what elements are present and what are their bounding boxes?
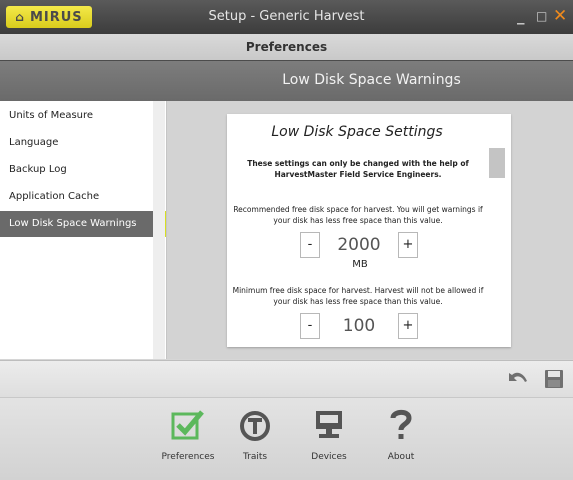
minimum-increment-button[interactable]: + [398,313,418,339]
recommended-value[interactable]: 2000 [320,232,398,258]
panel-note: These settings can only be changed with … [247,159,469,179]
minimum-space-stepper: - 100 + [300,313,420,339]
sidebar-item-low-disk-space-warnings[interactable]: Low Disk Space Warnings [0,211,166,237]
section-title: Low Disk Space Warnings [282,72,461,88]
sidebar-item-label: Low Disk Space Warnings [9,218,137,229]
panel-scrollbar-thumb[interactable] [489,148,505,178]
recommended-decrement-button[interactable]: - [300,232,320,258]
sidebar-item-backup-log[interactable]: Backup Log [0,157,153,183]
close-button[interactable]: ✕ [553,8,567,25]
preferences-header: Preferences [0,34,573,60]
settings-panel: Low Disk Space Settings These settings c… [227,114,511,347]
title-bar: ⌂ MIRUS Setup - Generic Harvest _ □ ✕ [0,0,573,34]
minimize-button[interactable]: _ [517,8,525,24]
maximize-button[interactable]: □ [536,8,547,24]
window-title: Setup - Generic Harvest [208,9,365,24]
sidebar: Units of Measure Language Backup Log App… [0,101,167,359]
sidebar-item-language[interactable]: Language [0,130,153,156]
section-header-bar: Low Disk Space Warnings [0,60,573,101]
recommended-description: Recommended free disk space for harvest.… [233,205,483,225]
sidebar-item-label: Backup Log [9,164,67,175]
nav-traits[interactable]: Traits [220,406,290,462]
nav-preferences[interactable]: Preferences [153,406,223,462]
panel-title: Low Disk Space Settings [271,124,443,140]
nav-label: Traits [242,452,268,462]
sidebar-scrollbar[interactable] [153,101,165,359]
action-bar [0,360,573,397]
recommended-increment-button[interactable]: + [398,232,418,258]
checkbox-icon [171,410,204,440]
sidebar-item-label: Units of Measure [9,110,94,121]
recommended-space-stepper: - 2000 + [300,232,420,258]
undo-icon[interactable] [507,369,529,389]
nav-label: About [387,452,415,462]
nav-devices[interactable]: Devices [294,406,364,462]
minimum-description: Minimum free disk space for harvest. Har… [232,286,484,306]
sidebar-item-label: Application Cache [9,191,100,202]
monitor-icon [316,411,342,438]
minimum-decrement-button[interactable]: - [300,313,320,339]
nav-label: Preferences [161,452,215,462]
nav-label: Devices [311,452,347,462]
question-icon [390,409,412,439]
bottom-nav: Preferences Traits Devices About [0,397,573,480]
sidebar-item-units-of-measure[interactable]: Units of Measure [0,103,153,129]
sidebar-item-application-cache[interactable]: Application Cache [0,184,153,210]
recommended-unit: MB [352,259,368,270]
save-icon[interactable] [544,369,564,389]
traits-icon [240,411,270,441]
minimum-value[interactable]: 100 [320,313,398,339]
nav-about[interactable]: About [366,406,436,462]
sidebar-item-label: Language [9,137,59,148]
